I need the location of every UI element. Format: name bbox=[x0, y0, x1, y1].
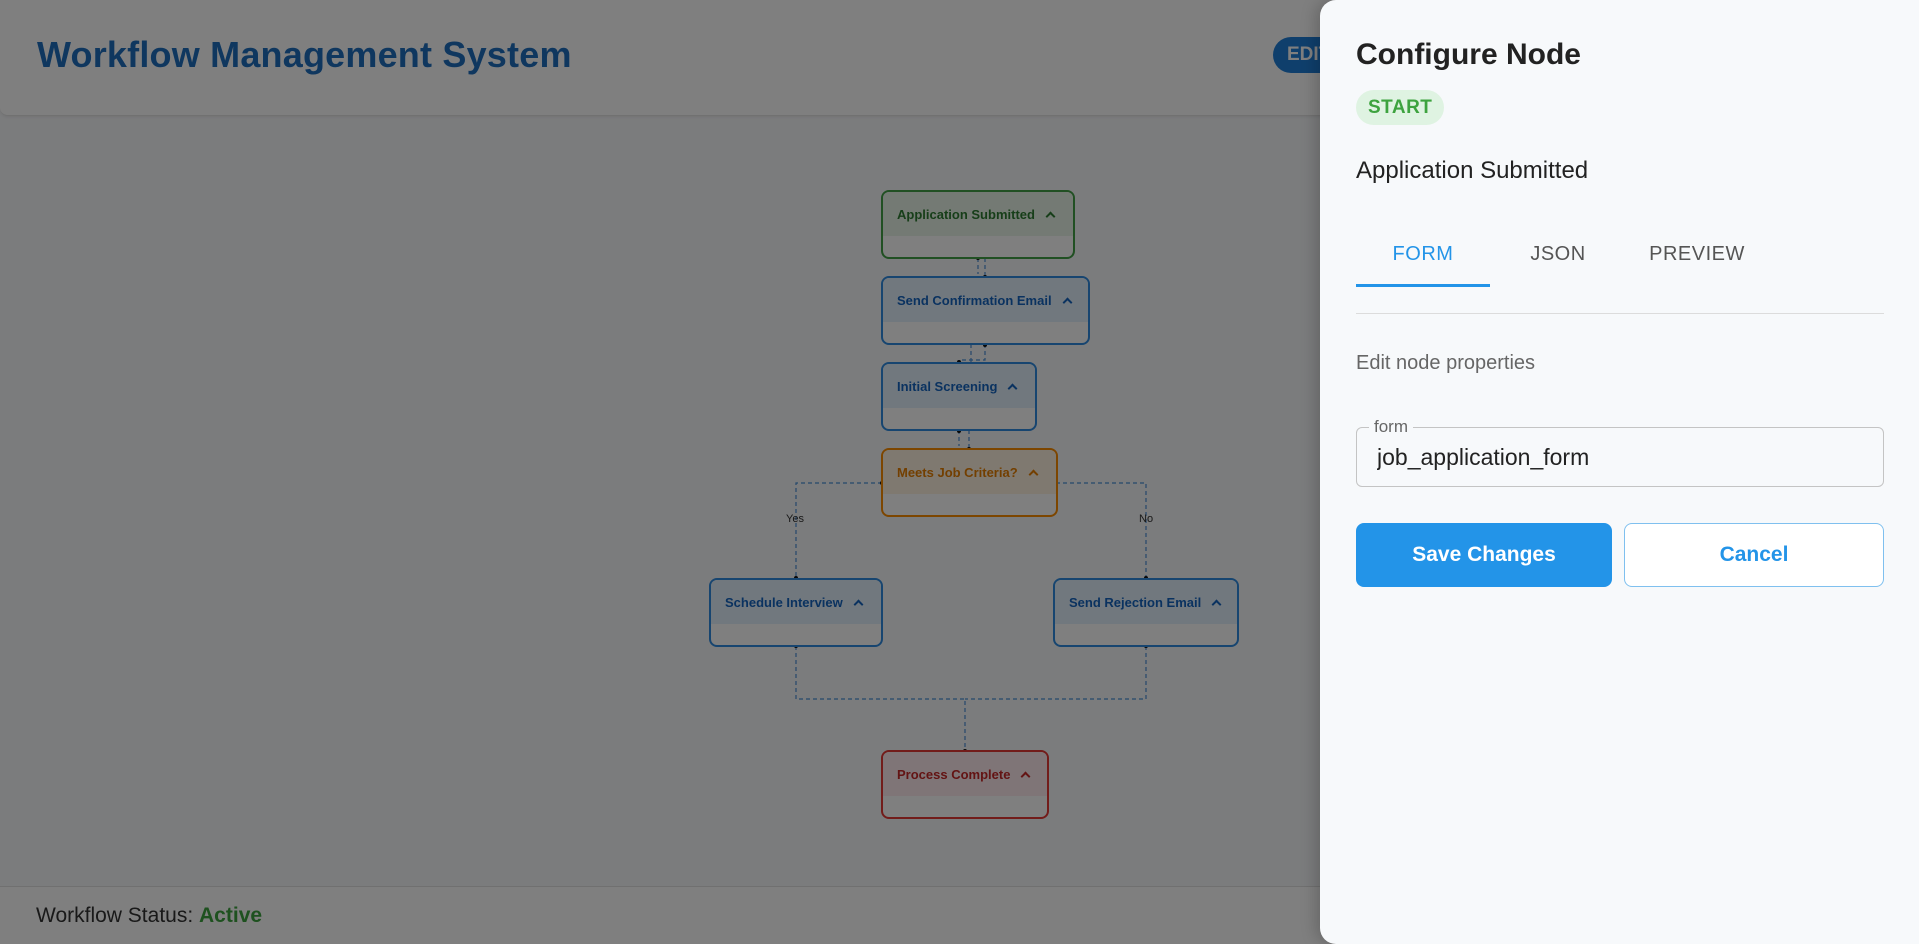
node-type-badge: START bbox=[1356, 90, 1445, 125]
drawer-title: Configure Node bbox=[1356, 38, 1581, 71]
cancel-button[interactable]: Cancel bbox=[1624, 523, 1884, 587]
selected-node-name: Application Submitted bbox=[1356, 157, 1589, 184]
form-field-label: form bbox=[1369, 417, 1413, 437]
config-tabs: FORM JSON PREVIEW bbox=[1356, 222, 1884, 314]
save-changes-button[interactable]: Save Changes bbox=[1356, 523, 1612, 587]
tab-preview[interactable]: PREVIEW bbox=[1626, 238, 1768, 286]
tab-form[interactable]: FORM bbox=[1356, 238, 1490, 286]
active-tab-indicator bbox=[1356, 284, 1490, 287]
configure-node-drawer: Configure Node START Application Submitt… bbox=[1320, 0, 1919, 944]
form-hint: Edit node properties bbox=[1356, 352, 1536, 374]
tab-json[interactable]: JSON bbox=[1490, 238, 1626, 286]
form-field: form bbox=[1356, 417, 1884, 487]
form-input[interactable] bbox=[1377, 440, 1867, 474]
